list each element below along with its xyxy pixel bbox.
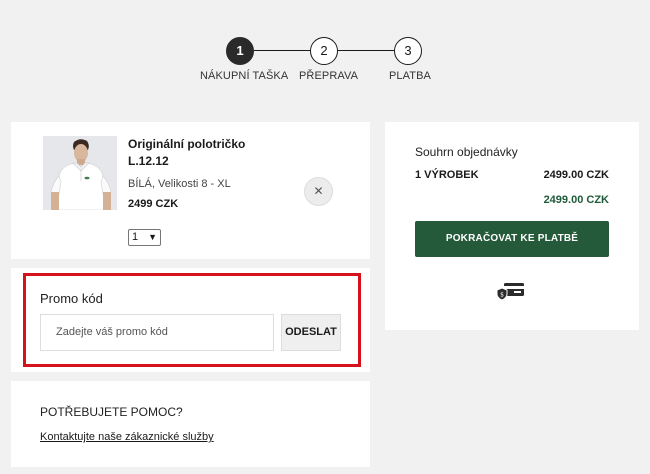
order-summary-card: Souhrn objednávky 1 VÝROBEK 2499.00 CZK … <box>385 122 639 330</box>
step-connector <box>338 50 394 51</box>
product-variant: BÍLÁ, Velikosti 8 - XL <box>128 178 231 190</box>
svg-text:$: $ <box>500 292 504 299</box>
step-3-label: PLATBA <box>389 70 431 82</box>
quantity-select[interactable]: 1 ▼ <box>128 229 161 246</box>
step-1-circle: 1 <box>226 37 254 65</box>
product-name[interactable]: Originální polotričko L.12.12 <box>128 136 268 170</box>
continue-to-payment-button[interactable]: POKRAČOVAT KE PLATBĚ <box>415 221 609 257</box>
summary-items-amount: 2499.00 CZK <box>543 169 609 181</box>
order-summary-title: Souhrn objednávky <box>415 145 518 159</box>
remove-item-button[interactable]: ✕ <box>304 177 333 206</box>
step-1-label: NÁKUPNÍ TAŠKA <box>200 70 289 82</box>
cart-item-card: Originální polotričko L.12.12 BÍLÁ, Veli… <box>11 122 370 259</box>
promo-highlight-outline <box>23 273 361 367</box>
help-title: POTŘEBUJETE POMOC? <box>40 405 183 419</box>
summary-item-count: 1 VÝROBEK <box>415 169 479 181</box>
contact-customer-service-link[interactable]: Kontaktujte naše zákaznické služby <box>40 431 214 443</box>
chevron-down-icon: ▼ <box>148 232 157 242</box>
secure-payment-card-icon: $ <box>496 280 526 302</box>
step-2-label: PŘEPRAVA <box>299 70 359 82</box>
step-2-circle: 2 <box>310 37 338 65</box>
step-3-circle: 3 <box>394 37 422 65</box>
summary-total-amount: 2499.00 CZK <box>543 194 609 206</box>
step-connector <box>254 50 310 51</box>
polo-shirt-image <box>43 136 117 210</box>
help-card: POTŘEBUJETE POMOC? Kontaktujte naše záka… <box>11 381 370 467</box>
product-price: 2499 CZK <box>128 198 179 210</box>
close-icon: ✕ <box>313 184 324 198</box>
product-image[interactable] <box>43 136 117 210</box>
checkout-stepper: 1 2 3 NÁKUPNÍ TAŠKA PŘEPRAVA PLATBA <box>0 0 650 100</box>
quantity-value: 1 <box>132 231 139 243</box>
